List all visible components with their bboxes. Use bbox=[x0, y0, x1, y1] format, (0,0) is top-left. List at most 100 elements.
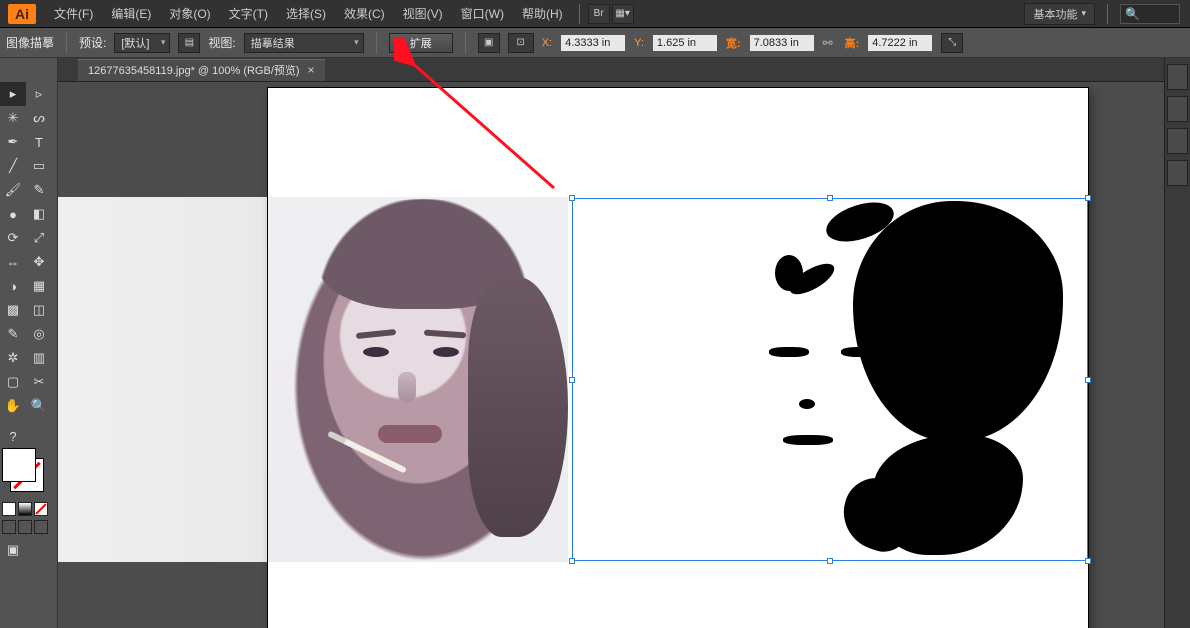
x-label: X: bbox=[542, 37, 552, 49]
height-field[interactable]: 4.7222 in bbox=[867, 34, 933, 52]
slice-tool[interactable]: ✂ bbox=[26, 370, 52, 394]
close-tab-icon[interactable]: × bbox=[308, 63, 315, 77]
menu-view[interactable]: 视图(V) bbox=[395, 1, 451, 26]
traced-object-selected[interactable] bbox=[572, 198, 1088, 561]
scale-tool[interactable]: ⤢ bbox=[26, 226, 52, 250]
mesh-tool[interactable]: ▩ bbox=[0, 298, 26, 322]
separator bbox=[376, 32, 377, 54]
menu-edit[interactable]: 编辑(E) bbox=[103, 1, 159, 26]
pasteboard-image-left bbox=[58, 197, 268, 562]
x-field[interactable]: 4.3333 in bbox=[560, 34, 626, 52]
gradient-tool[interactable]: ◫ bbox=[26, 298, 52, 322]
reference-point-icon[interactable]: ⊡ bbox=[508, 33, 534, 53]
menu-object[interactable]: 对象(O) bbox=[161, 1, 218, 26]
blend-tool[interactable]: ◎ bbox=[26, 322, 52, 346]
menu-type[interactable]: 文字(T) bbox=[221, 1, 276, 26]
zoom-tool[interactable]: 🔍 bbox=[26, 394, 52, 418]
handle-bottom-left[interactable] bbox=[569, 558, 575, 564]
panel-tab-3[interactable] bbox=[1167, 128, 1188, 154]
fill-stroke-swatch[interactable] bbox=[6, 454, 50, 498]
preset-value: [默认] bbox=[121, 35, 149, 51]
app-logo: Ai bbox=[8, 4, 36, 24]
handle-top-mid[interactable] bbox=[827, 195, 833, 201]
handle-bottom-mid[interactable] bbox=[827, 558, 833, 564]
paintbrush-tool[interactable]: 🖌 bbox=[0, 178, 26, 202]
workspace-switcher[interactable]: 基本功能 ▾ bbox=[1024, 3, 1095, 25]
h-value: 4.7222 in bbox=[872, 37, 917, 49]
control-bar: 图像描摹 预设: [默认] ▤ 视图: 描摹结果 扩展 ▣ ⊡ X: 4.333… bbox=[0, 28, 1190, 58]
document-tab-bar: 12677635458119.jpg* @ 100% (RGB/预览) × bbox=[0, 58, 1190, 82]
h-label: 高: bbox=[845, 35, 860, 51]
trace-panel-button[interactable]: ▤ bbox=[178, 33, 200, 53]
w-value: 7.0833 in bbox=[754, 37, 799, 49]
width-tool[interactable]: ⇔ bbox=[0, 250, 26, 274]
column-graph-tool[interactable]: ▥ bbox=[26, 346, 52, 370]
menu-effect[interactable]: 效果(C) bbox=[336, 1, 393, 26]
rectangle-tool[interactable]: ▭ bbox=[26, 154, 52, 178]
draw-behind[interactable] bbox=[18, 520, 32, 534]
direct-selection-tool[interactable]: ▹ bbox=[26, 82, 52, 106]
menu-select[interactable]: 选择(S) bbox=[278, 1, 334, 26]
eraser-tool[interactable]: ◧ bbox=[26, 202, 52, 226]
pen-tool[interactable]: ✒ bbox=[0, 130, 26, 154]
bridge-button[interactable]: Br bbox=[588, 4, 610, 24]
pencil-tool[interactable]: ✎ bbox=[26, 178, 52, 202]
separator bbox=[1107, 4, 1108, 24]
menu-window[interactable]: 窗口(W) bbox=[453, 1, 512, 26]
preset-dropdown[interactable]: [默认] bbox=[114, 33, 170, 53]
preset-label: 预设: bbox=[79, 34, 106, 51]
width-field[interactable]: 7.0833 in bbox=[749, 34, 815, 52]
document-title: 12677635458119.jpg* @ 100% (RGB/预览) bbox=[88, 62, 300, 78]
y-field[interactable]: 1.625 in bbox=[652, 34, 718, 52]
handle-top-right[interactable] bbox=[1085, 195, 1091, 201]
screen-mode-button[interactable]: ▣ bbox=[0, 538, 26, 562]
view-dropdown[interactable]: 描摹结果 bbox=[244, 33, 364, 53]
blob-brush-tool[interactable]: ● bbox=[0, 202, 26, 226]
document-tab[interactable]: 12677635458119.jpg* @ 100% (RGB/预览) × bbox=[78, 59, 325, 81]
view-value: 描摹结果 bbox=[251, 35, 295, 51]
color-mode-none[interactable] bbox=[34, 502, 48, 516]
y-label: Y: bbox=[634, 37, 644, 49]
perspective-grid-tool[interactable]: ▦ bbox=[26, 274, 52, 298]
transform-icon[interactable]: ▣ bbox=[478, 33, 500, 53]
question-tool[interactable]: ? bbox=[0, 424, 26, 448]
menu-file[interactable]: 文件(F) bbox=[46, 1, 101, 26]
arrange-documents-button[interactable]: ▦▾ bbox=[612, 4, 634, 24]
lasso-tool[interactable]: ᔕ bbox=[26, 106, 52, 130]
chevron-down-icon: ▾ bbox=[1081, 8, 1086, 19]
expand-label: 扩展 bbox=[410, 35, 432, 51]
draw-inside[interactable] bbox=[34, 520, 48, 534]
handle-mid-right[interactable] bbox=[1085, 377, 1091, 383]
line-tool[interactable]: ╱ bbox=[0, 154, 26, 178]
draw-normal[interactable] bbox=[2, 520, 16, 534]
type-tool[interactable]: T bbox=[26, 130, 52, 154]
eyedropper-tool[interactable]: ✎ bbox=[0, 322, 26, 346]
constrain-icon[interactable]: ⤡ bbox=[941, 33, 963, 53]
x-value: 4.3333 in bbox=[565, 37, 610, 49]
link-wh-icon[interactable]: ⚯ bbox=[823, 36, 837, 50]
w-label: 宽: bbox=[726, 35, 741, 51]
separator bbox=[579, 4, 580, 24]
canvas[interactable] bbox=[58, 82, 1162, 628]
expand-button[interactable]: 扩展 bbox=[389, 33, 453, 53]
menu-help[interactable]: 帮助(H) bbox=[514, 1, 571, 26]
panel-tab-4[interactable] bbox=[1167, 160, 1188, 186]
search-input[interactable]: 🔍 bbox=[1120, 4, 1180, 24]
panel-tab-1[interactable] bbox=[1167, 64, 1188, 90]
selection-tool[interactable]: ▸ bbox=[0, 82, 26, 106]
color-mode-solid[interactable] bbox=[2, 502, 16, 516]
panel-tab-2[interactable] bbox=[1167, 96, 1188, 122]
hand-tool[interactable]: ✋ bbox=[0, 394, 26, 418]
symbol-sprayer-tool[interactable]: ✲ bbox=[0, 346, 26, 370]
color-mode-gradient[interactable] bbox=[18, 502, 32, 516]
source-photo[interactable] bbox=[268, 197, 568, 562]
handle-top-left[interactable] bbox=[569, 195, 575, 201]
handle-mid-left[interactable] bbox=[569, 377, 575, 383]
shape-builder-tool[interactable]: ◑ bbox=[0, 274, 26, 298]
free-transform-tool[interactable]: ✥ bbox=[26, 250, 52, 274]
fill-swatch[interactable] bbox=[2, 448, 36, 482]
magic-wand-tool[interactable]: ✳ bbox=[0, 106, 26, 130]
handle-bottom-right[interactable] bbox=[1085, 558, 1091, 564]
rotate-tool[interactable]: ⟳ bbox=[0, 226, 26, 250]
artboard-tool[interactable]: ▢ bbox=[0, 370, 26, 394]
